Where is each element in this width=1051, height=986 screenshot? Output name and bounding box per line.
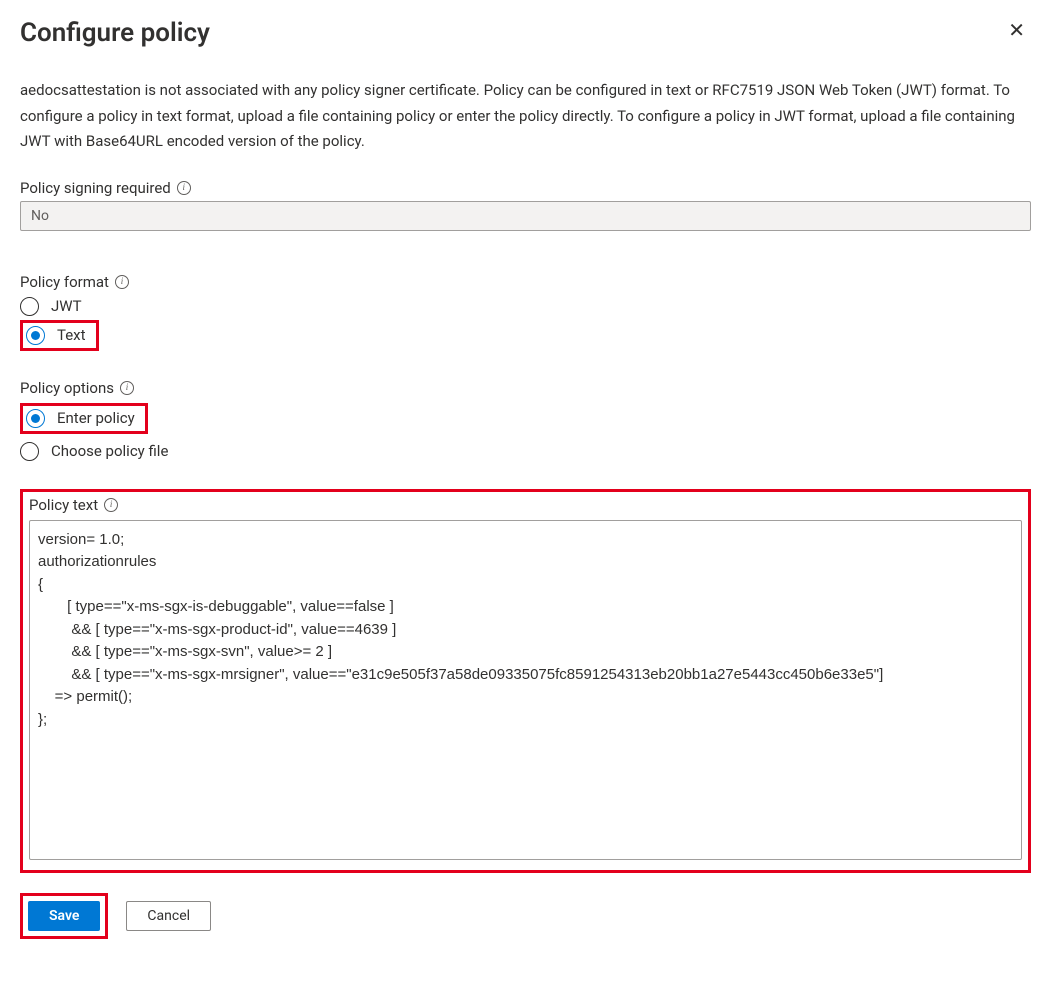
info-icon[interactable]: i: [120, 381, 134, 395]
radio-label-text: Text: [57, 326, 86, 344]
radio-icon: [26, 326, 45, 345]
policy-description: aedocsattestation is not associated with…: [20, 78, 1031, 155]
radio-jwt[interactable]: JWT: [20, 297, 1031, 316]
highlight-policy-text-section: Policy text i: [20, 489, 1031, 873]
policy-format-label: Policy format i: [20, 273, 1031, 291]
policy-text-input[interactable]: [29, 520, 1022, 860]
close-icon[interactable]: ✕: [1002, 18, 1031, 42]
radio-label-enter-policy: Enter policy: [57, 409, 135, 427]
radio-enter-policy[interactable]: Enter policy: [26, 409, 135, 428]
highlight-enter-policy-radio: Enter policy: [20, 403, 148, 434]
radio-icon: [20, 297, 39, 316]
info-icon[interactable]: i: [115, 275, 129, 289]
info-icon[interactable]: i: [177, 181, 191, 195]
info-icon[interactable]: i: [104, 498, 118, 512]
highlight-save-button: Save: [20, 893, 108, 939]
policy-text-label: Policy text i: [29, 496, 1022, 514]
radio-icon: [26, 409, 45, 428]
radio-icon: [20, 442, 39, 461]
signing-required-input: [20, 201, 1031, 231]
signing-required-label-text: Policy signing required: [20, 179, 171, 197]
page-title: Configure policy: [20, 18, 210, 48]
save-button[interactable]: Save: [28, 901, 100, 931]
policy-format-label-text: Policy format: [20, 273, 109, 291]
radio-text[interactable]: Text: [26, 326, 86, 345]
policy-text-label-text: Policy text: [29, 496, 98, 514]
highlight-text-radio: Text: [20, 320, 99, 351]
signing-required-label: Policy signing required i: [20, 179, 1031, 197]
policy-options-label: Policy options i: [20, 379, 1031, 397]
radio-label-choose-file: Choose policy file: [51, 442, 168, 460]
radio-label-jwt: JWT: [51, 297, 82, 315]
cancel-button[interactable]: Cancel: [126, 901, 211, 931]
policy-options-label-text: Policy options: [20, 379, 114, 397]
radio-choose-file[interactable]: Choose policy file: [20, 442, 1031, 461]
